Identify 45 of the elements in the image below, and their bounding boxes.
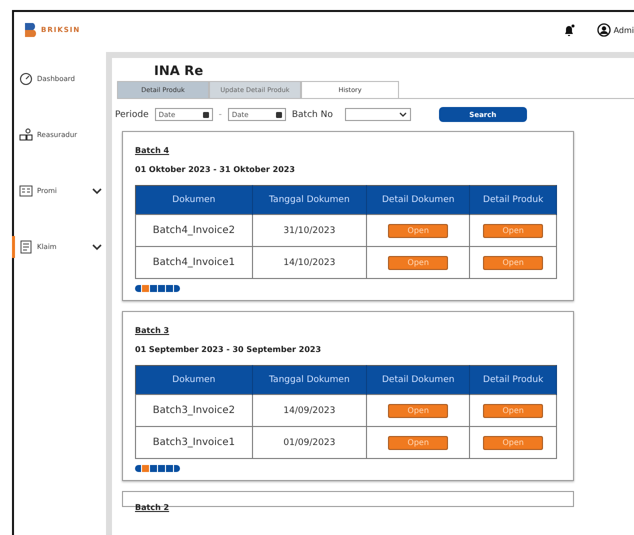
- user-name[interactable]: Admi: [614, 26, 634, 34]
- bell-icon: [562, 24, 575, 36]
- table-cell: Batch3_Invoice2: [136, 394, 252, 426]
- column-header: Detail Produk: [470, 186, 556, 214]
- next-page-button[interactable]: [174, 465, 180, 472]
- table-cell: 14/10/2023: [252, 246, 367, 278]
- batch-select[interactable]: [344, 108, 411, 121]
- table-cell: Batch4_Invoice2: [136, 214, 252, 246]
- batch-period: 01 Oktober 2023 - 31 Oktober 2023: [135, 165, 296, 174]
- column-header: Tanggal Dokumen: [252, 186, 367, 214]
- page-title: INA Re: [154, 64, 204, 79]
- batch-title: Batch 3: [135, 326, 170, 335]
- gauge-icon: [19, 72, 33, 86]
- column-header: Tanggal Dokumen: [252, 366, 367, 394]
- column-header: Detail Dokumen: [366, 366, 470, 394]
- batch-title: Batch 2: [135, 503, 170, 512]
- next-page-button[interactable]: [174, 285, 180, 292]
- previous-page-button[interactable]: [135, 465, 141, 472]
- user-icon: [596, 23, 611, 37]
- filter-label: Periode: [115, 110, 149, 120]
- column-header: Dokumen: [136, 186, 252, 214]
- document-icon: [19, 240, 33, 254]
- table-cell: 31/10/2023: [252, 214, 367, 246]
- batch-title: Batch 4: [135, 146, 170, 155]
- table-cell: 14/09/2023: [252, 394, 367, 426]
- previous-page-button[interactable]: [135, 285, 141, 292]
- column-header: Detail Dokumen: [366, 186, 470, 214]
- logo-icon: [24, 22, 38, 38]
- column-header: Dokumen: [136, 366, 252, 394]
- batch-period: 01 September 2023 - 30 September 2023: [135, 345, 322, 354]
- page-button[interactable]: [158, 465, 165, 472]
- chevron-down-icon: [398, 112, 407, 118]
- calendar-icon: [276, 112, 282, 118]
- separator-text: -: [218, 110, 222, 120]
- table-cell: Batch4_Invoice1: [136, 246, 252, 278]
- filter-label: Batch No: [292, 110, 333, 120]
- page-button[interactable]: [150, 465, 157, 472]
- calendar-icon: [202, 112, 209, 118]
- table-cell: Batch3_Invoice1: [136, 426, 252, 458]
- page-button[interactable]: [150, 285, 157, 292]
- column-header: Detail Produk: [470, 366, 556, 394]
- page-button[interactable]: [158, 285, 165, 292]
- card-icon: [19, 184, 33, 198]
- table-cell: 01/09/2023: [252, 426, 367, 458]
- people-icon: [19, 128, 33, 142]
